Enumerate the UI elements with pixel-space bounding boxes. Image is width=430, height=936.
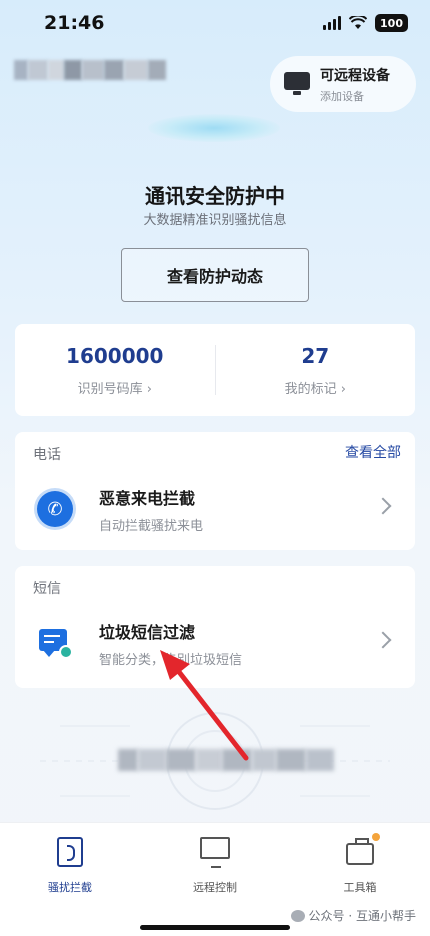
nav-label: 骚扰拦截 (48, 881, 92, 894)
status-icons: 100 (323, 14, 408, 32)
battery-indicator: 100 (375, 14, 408, 32)
stat-value: 27 (301, 343, 330, 368)
remote-device-subtitle: 添加设备 (320, 89, 364, 103)
chevron-right-icon (374, 631, 392, 649)
status-bar: 21:46 100 (0, 0, 430, 48)
nav-label: 远程控制 (193, 881, 237, 894)
section-header-phone: 电话 (33, 447, 61, 463)
cellular-signal-icon (323, 16, 342, 30)
intercept-icon (55, 837, 85, 867)
wechat-icon (290, 909, 305, 922)
nav-tab-remote-control[interactable]: 远程控制 (165, 837, 265, 895)
chevron-right-icon (374, 497, 392, 515)
wifi-icon (349, 16, 368, 29)
row-text: 恶意来电拦截 自动拦截骚扰来电 (99, 485, 203, 534)
nav-tab-toolbox[interactable]: 工具箱 (310, 833, 410, 895)
notification-dot (372, 833, 380, 841)
status-time: 21:46 (44, 12, 105, 34)
redacted-text (118, 749, 334, 771)
nav-label: 工具箱 (343, 881, 377, 894)
stat-label: 识别号码库 › (77, 381, 152, 397)
sms-filter-icon (37, 625, 73, 661)
phone-section-card: 电话 查看全部 ✆ 恶意来电拦截 自动拦截骚扰来电 (15, 432, 415, 550)
spam-sms-filter-item[interactable]: 垃圾短信过滤 智能分类，告别垃圾短信 (15, 606, 415, 680)
view-protection-activity-button[interactable]: 查看防护动态 (121, 248, 309, 302)
row-subtitle: 智能分类，告别垃圾短信 (99, 652, 243, 668)
sms-section-card: 短信 垃圾短信过滤 智能分类，告别垃圾短信 (15, 566, 415, 688)
protection-title: 通讯安全防护中 (145, 184, 285, 208)
row-subtitle: 自动拦截骚扰来电 (99, 518, 204, 534)
malicious-call-block-item[interactable]: ✆ 恶意来电拦截 自动拦截骚扰来电 (15, 472, 415, 546)
view-all-link[interactable]: 查看全部 (345, 442, 401, 462)
section-header-sms: 短信 (33, 581, 61, 597)
stat-number-database[interactable]: 1600000 识别号码库 › (15, 324, 215, 416)
stats-card: 1600000 识别号码库 › 27 我的标记 › (15, 324, 415, 416)
home-indicator (140, 925, 290, 930)
remote-device-text: 可远程设备 添加设备 (320, 65, 390, 104)
stat-label: 我的标记 › (284, 381, 346, 397)
watermark: 公众号 · 互通小帮手 (290, 907, 416, 924)
remote-device-title: 可远程设备 (320, 67, 390, 84)
row-text: 垃圾短信过滤 智能分类，告别垃圾短信 (99, 619, 242, 668)
stat-value: 1600000 (66, 343, 164, 368)
account-name-redacted (14, 60, 166, 80)
toolbox-icon (345, 833, 380, 867)
remote-device-button[interactable]: 可远程设备 添加设备 (270, 56, 416, 112)
remote-control-icon (200, 837, 230, 868)
nav-tab-intercept[interactable]: 骚扰拦截 (20, 837, 120, 895)
row-title: 垃圾短信过滤 (99, 622, 196, 642)
stat-my-marks[interactable]: 27 我的标记 › (216, 324, 416, 416)
watermark-text: 公众号 · 互通小帮手 (308, 909, 416, 923)
monitor-icon (284, 72, 310, 96)
phone-shield-icon: ✆ (37, 491, 73, 527)
row-title: 恶意来电拦截 (99, 488, 196, 508)
protection-subtitle: 大数据精准识别骚扰信息 (143, 213, 287, 228)
shield-glow-decoration (148, 114, 280, 142)
